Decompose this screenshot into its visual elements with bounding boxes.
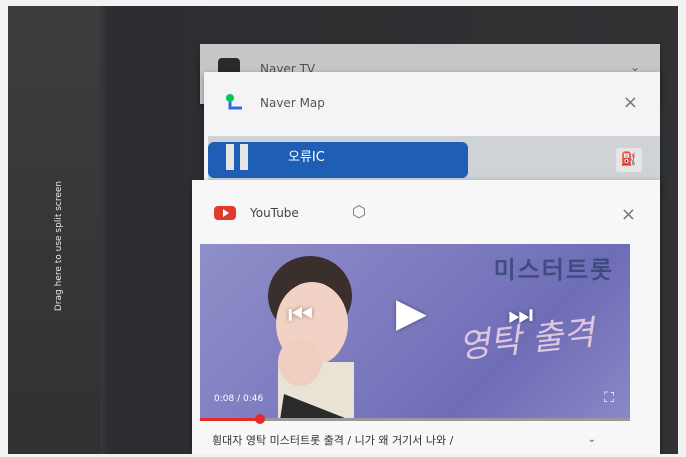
recent-card-naver-map[interactable]: Naver Map × 오류IC ⛽ <box>204 72 660 196</box>
naver-map-icon <box>226 94 242 110</box>
card-title: Naver Map <box>260 96 325 110</box>
video-player[interactable]: 미스터트롯 영탁 출격 ⏮ ▶ ⏭ 0:08 / 0:46 ⛶ <box>200 244 630 420</box>
chevron-down-icon[interactable]: ⌄ <box>588 434 596 445</box>
map-highway-sign <box>208 142 468 178</box>
previous-icon[interactable]: ⏮ <box>288 298 313 332</box>
split-screen-hint: Drag here to use split screen <box>54 180 64 312</box>
fuel-pump-icon: ⛽ <box>616 148 642 172</box>
fullscreen-icon[interactable]: ⛶ <box>604 390 614 406</box>
video-title[interactable]: 횡대자 영탁 미스터트롯 출격 / 니가 왜 거기서 나와 / <box>212 432 572 448</box>
card-title: YouTube <box>250 206 299 220</box>
next-icon[interactable]: ⏭ <box>508 298 533 332</box>
map-ic-label: 오류IC <box>288 150 325 165</box>
signpost-icon <box>226 144 234 170</box>
play-icon[interactable]: ▶ <box>396 290 427 336</box>
video-progress-thumb[interactable] <box>255 414 266 424</box>
video-progress-fill <box>200 418 261 421</box>
close-icon[interactable]: × <box>621 204 636 225</box>
split-screen-drop-zone[interactable]: Drag here to use split screen <box>8 6 100 454</box>
card-header: Naver Map × <box>204 72 660 136</box>
video-progress-bar[interactable] <box>200 414 630 424</box>
youtube-icon <box>214 206 236 220</box>
video-time: 0:08 / 0:46 <box>214 394 264 404</box>
video-title-art: 미스터트롯 <box>493 256 614 284</box>
recent-card-youtube[interactable]: YouTube ⬡ × 미스터트롯 영탁 출격 ⏮ ▶ ⏭ 0:08 / 0:4… <box>192 180 660 454</box>
recent-apps-screen: Drag here to use split screen Naver TV ⌄… <box>8 6 678 454</box>
pin-icon[interactable]: ⬡ <box>352 202 366 221</box>
close-icon[interactable]: × <box>623 92 638 113</box>
